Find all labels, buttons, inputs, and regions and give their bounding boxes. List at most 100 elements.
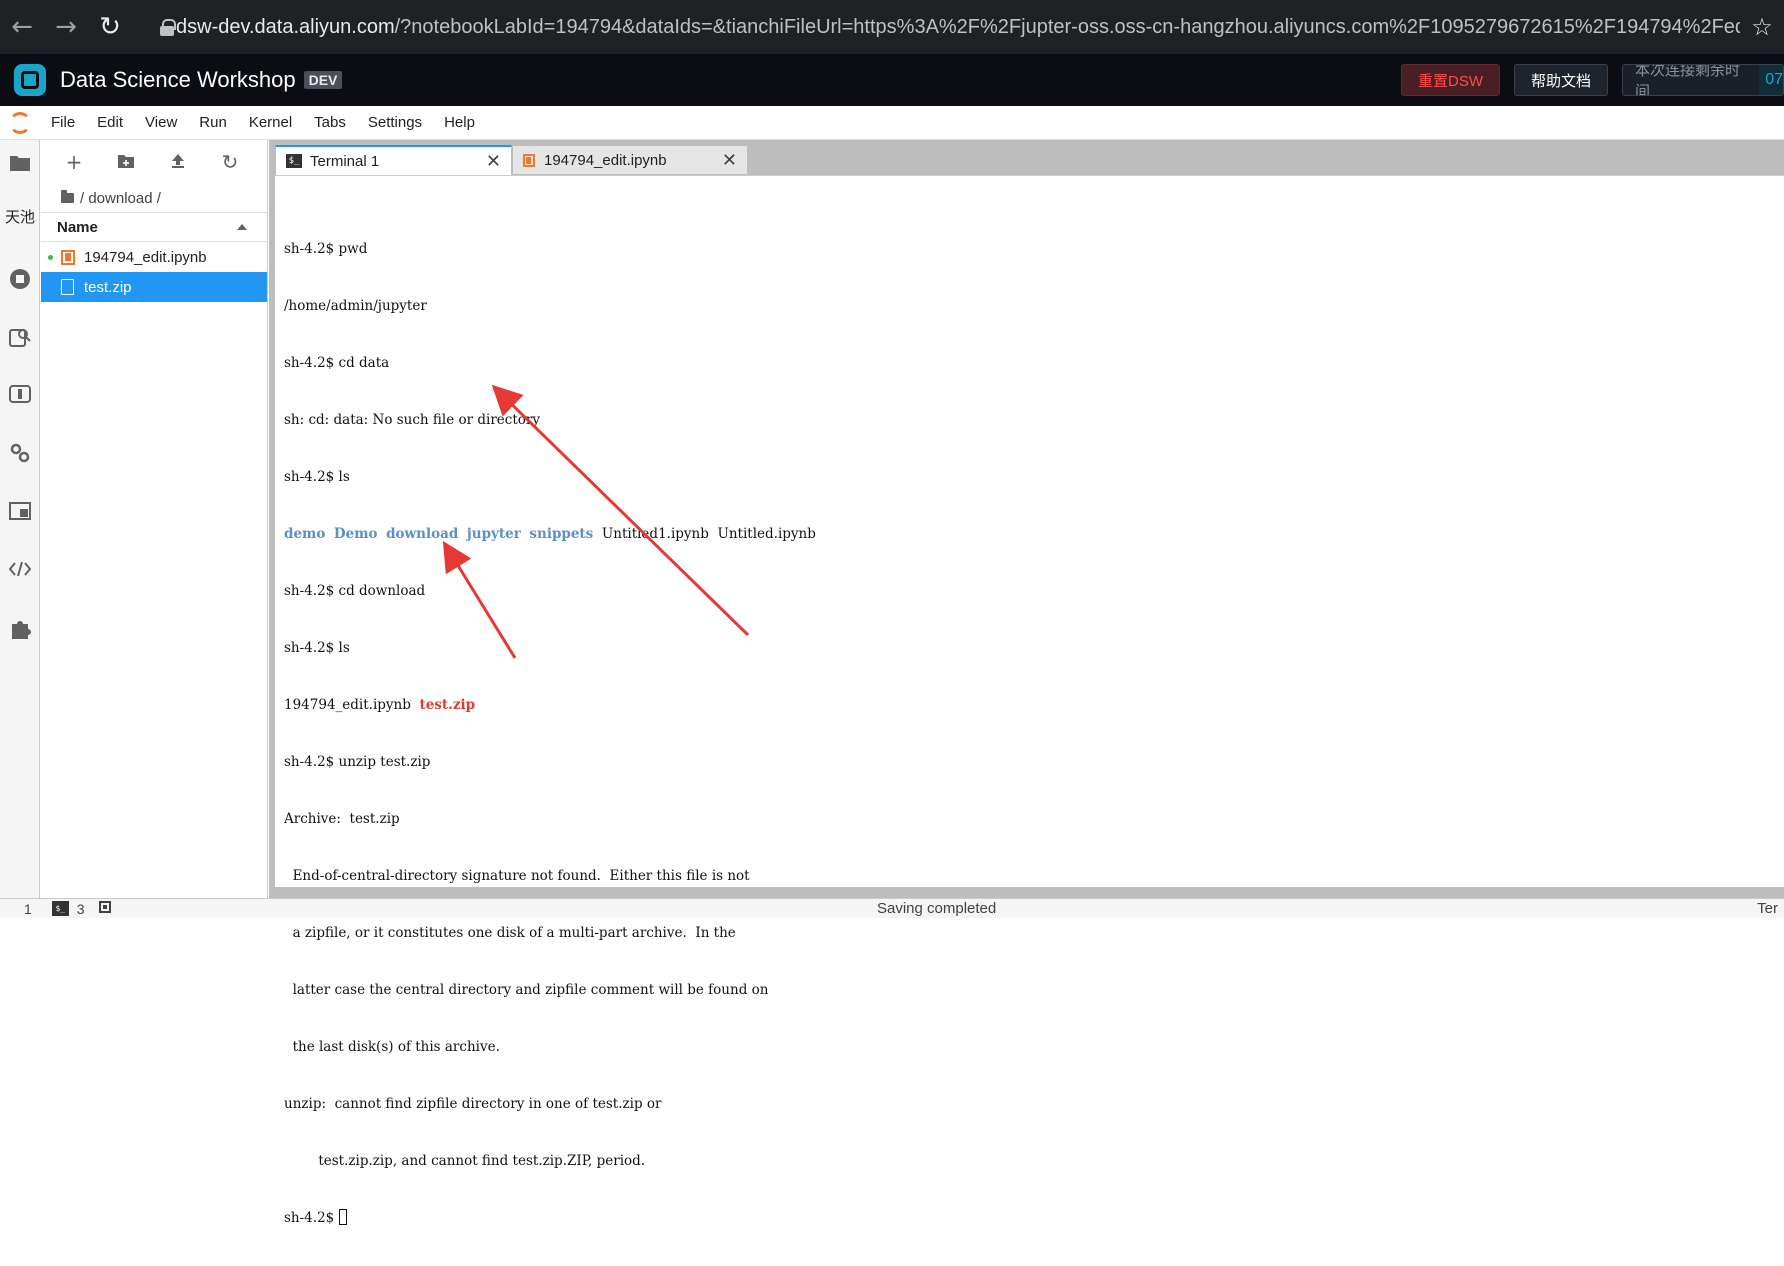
terminal-ls-output: demo Demo download jupyter snippets Unti… xyxy=(284,525,816,544)
status-kernel-count[interactable]: 1 xyxy=(24,901,32,917)
forward-icon[interactable]: → xyxy=(44,5,88,49)
url-path: /?notebookLabId=194794&dataIds=&tianchiF… xyxy=(394,15,1740,38)
running-sessions-icon[interactable] xyxy=(0,268,40,290)
menu-file[interactable]: File xyxy=(40,114,86,131)
app-title: Data Science Workshop xyxy=(60,67,296,92)
terminal-line: unzip: cannot find zipfile directory in … xyxy=(284,1096,662,1112)
notebook-icon xyxy=(61,249,75,265)
remaining-time-label: 本次连接剩余时间 xyxy=(1635,64,1741,96)
terminal-line: sh-4.2$ unzip test.zip xyxy=(284,754,431,770)
reset-dsw-button[interactable]: 重置DSW xyxy=(1400,64,1500,96)
terminal-line: a zipfile, or it constitutes one disk of… xyxy=(284,925,736,941)
ls-dir: download xyxy=(386,526,459,542)
left-sidebar: 天池 xyxy=(0,140,40,898)
terminal-line: test.zip.zip, and cannot find test.zip.Z… xyxy=(284,1153,646,1169)
terminal-line: sh-4.2$ ls xyxy=(284,640,350,656)
jupyter-logo-icon xyxy=(0,106,40,140)
menu-kernel[interactable]: Kernel xyxy=(238,114,303,131)
column-name-label: Name xyxy=(57,218,98,236)
terminal-cursor xyxy=(338,1209,347,1225)
ls-file: Untitled1.ipynb xyxy=(601,526,709,542)
menu-tabs[interactable]: Tabs xyxy=(303,114,357,131)
file-browser-icon[interactable] xyxy=(0,154,40,172)
file-item-zip[interactable]: test.zip xyxy=(41,272,267,302)
ls-zip-file: test.zip xyxy=(419,697,476,713)
tab-label: Terminal 1 xyxy=(310,152,380,170)
file-list-header[interactable]: Name xyxy=(41,212,267,242)
terminal-line: sh-4.2$ pwd xyxy=(284,241,368,257)
status-message: Saving completed xyxy=(877,900,997,917)
back-icon[interactable]: ← xyxy=(0,5,44,49)
notebook-icon xyxy=(523,153,535,167)
ls-file: 194794_edit.ipynb xyxy=(284,697,411,713)
menu-edit[interactable]: Edit xyxy=(86,114,134,131)
breadcrumb-path[interactable]: / download / xyxy=(80,190,161,207)
file-browser-panel: + ↻ / download / Name 194794_edit.ipynb … xyxy=(41,140,268,898)
file-name: 194794_edit.ipynb xyxy=(84,248,207,266)
status-right: Ter xyxy=(1757,900,1778,917)
breadcrumb: / download / xyxy=(41,184,267,212)
dataset-search-icon[interactable] xyxy=(0,326,40,348)
terminal-line: /home/admin/jupyter xyxy=(284,298,427,314)
tab-bar: $_ Terminal 1 ✕ 194794_edit.ipynb ✕ xyxy=(269,140,1784,176)
terminal-output: sh-4.2$ pwd /home/admin/jupyter sh-4.2$ … xyxy=(284,202,816,1266)
menu-help[interactable]: Help xyxy=(433,114,486,131)
terminal-line: sh: cd: data: No such file or directory xyxy=(284,412,540,428)
ls-dir: jupyter xyxy=(466,526,521,542)
terminal-line: latter case the central directory and zi… xyxy=(284,982,769,998)
new-folder-icon[interactable] xyxy=(113,150,139,174)
reload-icon[interactable]: ↻ xyxy=(88,5,132,49)
address-bar[interactable]: dsw-dev.data.aliyun.com /?notebookLabId=… xyxy=(142,7,1740,47)
menu-settings[interactable]: Settings xyxy=(357,114,433,131)
sort-ascending-icon xyxy=(237,224,247,230)
cpu-chip-icon[interactable] xyxy=(97,899,113,918)
bookmark-star-icon[interactable]: ☆ xyxy=(1740,13,1784,41)
close-icon[interactable]: ✕ xyxy=(722,150,737,171)
ls-dir: Demo xyxy=(333,526,378,542)
terminal-line: sh-4.2$ cd download xyxy=(284,583,426,599)
status-terminal-count[interactable]: 3 xyxy=(77,901,85,917)
browser-toolbar: ← → ↻ dsw-dev.data.aliyun.com /?notebook… xyxy=(0,0,1784,54)
ls-dir: snippets xyxy=(529,526,594,542)
tab-terminal-1[interactable]: $_ Terminal 1 ✕ xyxy=(275,145,512,176)
extensions-puzzle-icon[interactable] xyxy=(0,618,40,640)
file-name: test.zip xyxy=(84,278,132,296)
menu-view[interactable]: View xyxy=(134,114,188,131)
ls-dir: demo xyxy=(284,526,326,542)
code-snippets-icon[interactable] xyxy=(0,560,40,578)
terminal-prompt: sh-4.2$ xyxy=(284,1210,339,1226)
tab-notebook[interactable]: 194794_edit.ipynb ✕ xyxy=(512,145,748,175)
terminal-icon: $_ xyxy=(51,901,69,916)
menu-bar: File Edit View Run Kernel Tabs Settings … xyxy=(0,106,1784,140)
upload-icon[interactable] xyxy=(165,150,191,174)
tianchi-tab[interactable]: 天池 xyxy=(0,206,40,227)
terminal-line: sh-4.2$ ls xyxy=(284,469,350,485)
file-item-notebook[interactable]: 194794_edit.ipynb xyxy=(41,242,267,272)
terminal-icon: $_ xyxy=(286,154,302,168)
tab-label: 194794_edit.ipynb xyxy=(544,151,667,169)
terminal-pane[interactable]: sh-4.2$ pwd /home/admin/jupyter sh-4.2$ … xyxy=(275,175,1784,1226)
url-host: dsw-dev.data.aliyun.com xyxy=(176,15,395,38)
dsw-logo-icon xyxy=(14,64,46,96)
terminal-line: the last disk(s) of this archive. xyxy=(284,1039,500,1055)
running-indicator-icon xyxy=(48,254,53,260)
status-bar: 1 $_ 3 Saving completed Ter xyxy=(0,898,1784,918)
remaining-time: 本次连接剩余时间 07 xyxy=(1622,64,1784,96)
help-docs-button[interactable]: 帮助文档 xyxy=(1513,64,1608,96)
main-dock: $_ Terminal 1 ✕ 194794_edit.ipynb ✕ sh-4… xyxy=(269,140,1784,1226)
menu-run[interactable]: Run xyxy=(188,114,238,131)
settings-gears-icon[interactable] xyxy=(0,442,40,464)
new-launcher-icon[interactable]: + xyxy=(61,150,87,174)
ls-file: Untitled.ipynb xyxy=(717,526,816,542)
file-browser-toolbar: + ↻ xyxy=(41,140,267,184)
close-icon[interactable]: ✕ xyxy=(486,151,501,172)
tabs-panel-icon[interactable] xyxy=(0,502,40,520)
terminal-ls-output: 194794_edit.ipynb test.zip xyxy=(284,696,816,715)
terminal-line: End-of-central-directory signature not f… xyxy=(284,868,750,884)
env-badge: DEV xyxy=(303,71,343,89)
notebook-tools-icon[interactable] xyxy=(0,384,40,404)
root-folder-icon[interactable] xyxy=(61,190,74,203)
terminal-prompt-line: sh-4.2$ xyxy=(284,1209,816,1228)
refresh-icon[interactable]: ↻ xyxy=(217,150,243,174)
app-header: Data Science Workshop DEV 重置DSW 帮助文档 本次连… xyxy=(0,54,1784,106)
